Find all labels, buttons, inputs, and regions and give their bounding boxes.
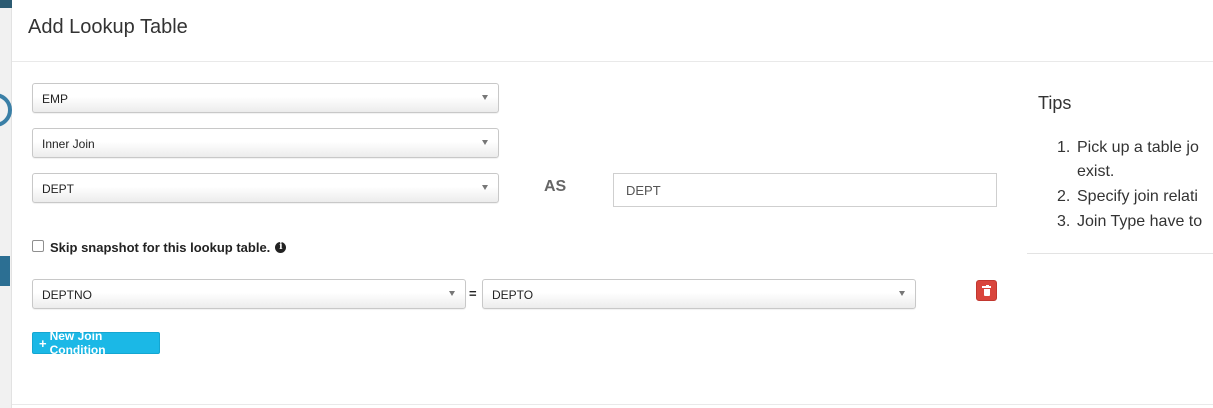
fact-table-value: EMP xyxy=(42,92,69,106)
join-left-column-select[interactable]: DEPTNO xyxy=(32,279,466,309)
as-label: AS xyxy=(544,178,567,195)
modal-header: Add Lookup Table xyxy=(12,0,1213,62)
modal-title: Add Lookup Table xyxy=(28,16,188,38)
tips-item-number: 3. xyxy=(1057,213,1071,230)
info-icon[interactable]: i xyxy=(275,242,287,253)
caret-down-icon xyxy=(482,95,488,100)
join-right-column-value: DEPTO xyxy=(492,288,534,302)
join-right-column-select[interactable]: DEPTO xyxy=(482,279,916,309)
tips-item-text: Pick up a table jo xyxy=(1077,139,1199,156)
background-app-strip xyxy=(0,0,12,408)
modal-footer-divider xyxy=(12,404,1213,405)
lookup-table-value: DEPT xyxy=(42,182,75,196)
tips-item-text: Specify join relati xyxy=(1077,188,1198,205)
tips-item-1: 1. Pick up a table jo xyxy=(1057,135,1213,160)
new-join-condition-label: New Join Condition xyxy=(49,329,106,357)
tips-list: 1. Pick up a table jo exist. 2. Specify … xyxy=(1057,135,1213,234)
tips-title: Tips xyxy=(1038,93,1072,113)
skip-snapshot-checkbox[interactable] xyxy=(32,239,44,252)
skip-snapshot-row: Skip snapshot for this lookup table. i xyxy=(32,239,287,255)
background-app-button xyxy=(0,256,10,286)
background-app-header xyxy=(0,0,12,8)
tips-item-number: 2. xyxy=(1057,188,1071,205)
tips-panel: Tips 1. Pick up a table jo exist. 2. Spe… xyxy=(1027,62,1213,254)
plus-icon: + xyxy=(39,335,47,351)
lookup-table-select[interactable]: DEPT xyxy=(32,173,499,203)
fact-table-select[interactable]: EMP xyxy=(32,83,499,113)
tips-item-number: 1. xyxy=(1057,139,1071,156)
new-join-condition-button[interactable]: + New Join Condition xyxy=(32,329,160,357)
join-type-select[interactable]: Inner Join xyxy=(32,128,499,158)
skip-snapshot-label: Skip snapshot for this lookup table. xyxy=(50,240,271,255)
caret-down-icon xyxy=(482,185,488,190)
join-operator: = xyxy=(469,286,477,301)
tips-item-1-continued: exist. xyxy=(1077,163,1115,180)
caret-down-icon xyxy=(899,291,905,296)
tips-item-2: 2. Specify join relati xyxy=(1057,184,1213,209)
tips-item-text: Join Type have to xyxy=(1077,213,1203,230)
trash-icon xyxy=(982,284,991,296)
delete-join-condition-button[interactable] xyxy=(976,280,997,301)
add-lookup-table-modal: Add Lookup Table EMP Inner Join DEPT AS … xyxy=(12,0,1213,408)
join-left-column-value: DEPTNO xyxy=(42,288,93,302)
tips-item-3: 3. Join Type have to xyxy=(1057,209,1213,234)
alias-input[interactable] xyxy=(613,173,997,207)
join-type-value: Inner Join xyxy=(42,137,95,151)
caret-down-icon xyxy=(482,140,488,145)
caret-down-icon xyxy=(449,291,455,296)
